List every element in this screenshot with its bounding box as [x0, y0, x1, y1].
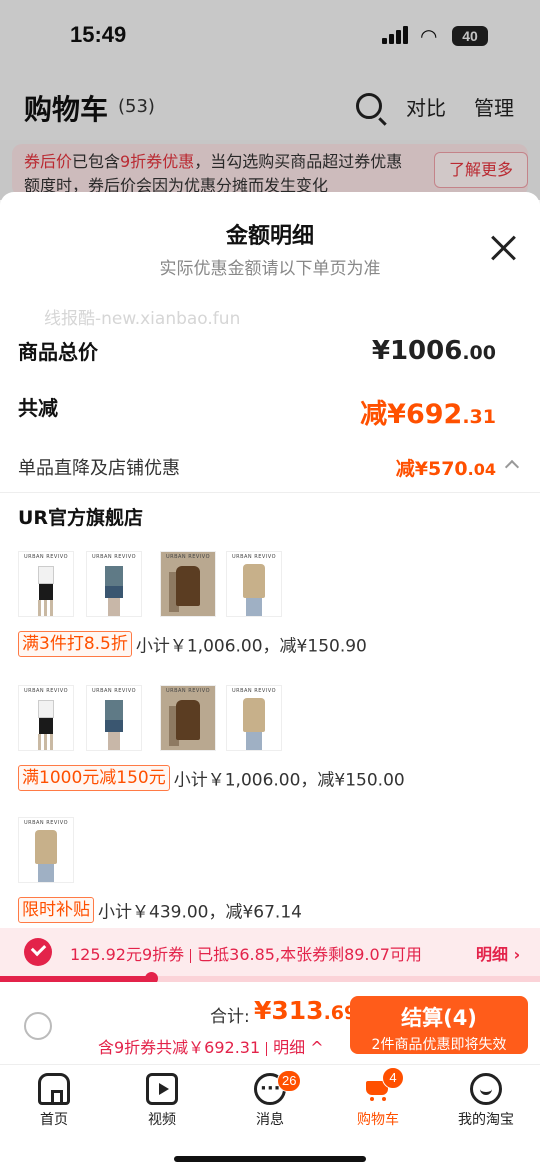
- home-icon: [38, 1073, 70, 1105]
- checkout-button[interactable]: 结算(4) 2件商品优惠即将失效: [350, 996, 528, 1054]
- notice-text: 券后价已包含9折券优惠，当勾选购买商品超过券优惠额度时，券后价会因为优惠分摊而发…: [24, 152, 403, 195]
- bottom-tab-bar: 首页 视频 26 消息 4 购物车 我的淘宝: [0, 1064, 540, 1170]
- product-thumbnail: URBAN REVIVO: [86, 685, 142, 751]
- product-thumbnail: URBAN REVIVO: [86, 551, 142, 617]
- promo-tag: 满3件打8.5折: [18, 631, 132, 657]
- cart-icon: 4: [362, 1067, 404, 1105]
- product-thumbnail: URBAN REVIVO: [18, 551, 74, 617]
- product-thumbnail: URBAN REVIVO: [226, 551, 282, 617]
- coupon-bar: 125.92元9折券 已抵36.85,本张券剩89.07可用 明细 ›: [0, 928, 540, 976]
- select-all-checkbox[interactable]: [24, 1012, 52, 1040]
- signal-icon: [382, 26, 412, 44]
- sheet-subtitle: 实际优惠金额请以下单页为准: [159, 259, 381, 279]
- tab-label: 我的淘宝: [458, 1112, 514, 1128]
- tab-messages[interactable]: 26 消息: [216, 1070, 324, 1129]
- tab-label: 视频: [148, 1112, 176, 1128]
- search-icon[interactable]: [356, 93, 382, 119]
- shop-discount-section: UR官方旗舰店 URBAN REVIVO URBAN REVIVO URBAN …: [0, 492, 540, 924]
- coupon-notice: 券后价已包含9折券优惠，当勾选购买商品超过券优惠额度时，券后价会因为优惠分摊而发…: [12, 144, 528, 196]
- cart-badge: 4: [382, 1067, 404, 1089]
- promo-line: 满1000元减150元 小计￥1,006.00，减¥150.00: [18, 765, 405, 791]
- sum-label: 合计:: [210, 1007, 250, 1027]
- promo-group: URBAN REVIVO URBAN REVIVO URBAN REVIVO U…: [18, 551, 522, 661]
- sheet-title: 金额明细: [225, 224, 314, 249]
- tab-label: 购物车: [357, 1112, 399, 1128]
- cart-header: 购物车 (53) 对比 管理: [0, 74, 540, 140]
- status-bar: 15:49 ◠ 40: [0, 0, 540, 74]
- promo-summary: 小计￥1,006.00，减¥150.90: [135, 636, 367, 657]
- sum-value: ¥313.69: [254, 996, 358, 1025]
- promo-summary: 小计￥1,006.00，减¥150.00: [173, 770, 405, 791]
- video-icon: [146, 1073, 178, 1105]
- shop-discount-value[interactable]: 减¥570.04: [396, 454, 496, 481]
- product-thumbnail: URBAN REVIVO: [18, 685, 74, 751]
- coupon-checkbox[interactable]: [24, 938, 52, 966]
- product-thumbnail: URBAN REVIVO: [160, 685, 216, 751]
- message-icon: 26: [254, 1070, 302, 1105]
- reduce-label: 共减: [18, 396, 58, 420]
- checkout-bar: 合计: ¥313.69 含9折券共减￥692.31 明细 ^ 结算(4) 2件商品…: [0, 982, 540, 1064]
- tab-label: 首页: [40, 1112, 68, 1128]
- message-badge: 26: [277, 1070, 302, 1092]
- tab-label: 消息: [256, 1112, 284, 1128]
- promo-group: URBAN REVIVO URBAN REVIVO URBAN REVIVO U…: [18, 685, 522, 795]
- compare-button[interactable]: 对比: [406, 92, 446, 121]
- tab-cart[interactable]: 4 购物车: [324, 1067, 432, 1129]
- reduce-value: 减¥692.31: [360, 399, 496, 430]
- promo-line: 限时补贴 小计￥439.00，减¥67.14: [18, 897, 302, 923]
- profile-icon: [470, 1073, 502, 1105]
- manage-button[interactable]: 管理: [474, 92, 514, 121]
- promo-group: URBAN REVIVO 限时补贴 小计￥439.00，减¥67.14: [18, 817, 522, 927]
- watermark: 线报酷-new.xianbao.fun: [44, 309, 241, 329]
- shop-discount-label[interactable]: 单品直降及店铺优惠: [18, 454, 180, 480]
- checkout-button-sub: 2件商品优惠即将失效: [371, 1037, 507, 1053]
- tab-home[interactable]: 首页: [0, 1073, 108, 1129]
- battery-icon: 40: [452, 26, 488, 46]
- coupon-detail-link[interactable]: 明细 ›: [476, 941, 520, 965]
- promo-tag: 限时补贴: [18, 897, 94, 923]
- total-value: ¥1006.00: [371, 336, 496, 366]
- tab-video[interactable]: 视频: [108, 1073, 216, 1129]
- product-thumbnail: URBAN REVIVO: [18, 817, 74, 883]
- wifi-icon: ◠: [420, 24, 438, 48]
- saving-info[interactable]: 含9折券共减￥692.31 明细 ^: [98, 1034, 324, 1058]
- product-thumbnail: URBAN REVIVO: [160, 551, 216, 617]
- product-thumbnail: URBAN REVIVO: [226, 685, 282, 751]
- status-time: 15:49: [70, 22, 127, 47]
- page-title: 购物车: [24, 93, 109, 126]
- cart-count: (53): [118, 96, 155, 117]
- tab-profile[interactable]: 我的淘宝: [432, 1073, 540, 1129]
- promo-line: 满3件打8.5折 小计￥1,006.00，减¥150.90: [18, 631, 367, 657]
- total-label: 商品总价: [18, 340, 98, 364]
- learn-more-button[interactable]: 了解更多: [434, 152, 528, 188]
- coupon-info: 125.92元9折券 已抵36.85,本张券剩89.07可用: [70, 945, 422, 964]
- shop-name: UR官方旗舰店: [18, 507, 144, 529]
- home-indicator: [174, 1156, 366, 1162]
- close-icon[interactable]: [490, 234, 518, 262]
- chevron-up-icon[interactable]: [504, 459, 520, 475]
- promo-tag: 满1000元减150元: [18, 765, 170, 791]
- promo-summary: 小计￥439.00，减¥67.14: [98, 902, 302, 923]
- checkout-button-label: 结算(4): [401, 1006, 477, 1030]
